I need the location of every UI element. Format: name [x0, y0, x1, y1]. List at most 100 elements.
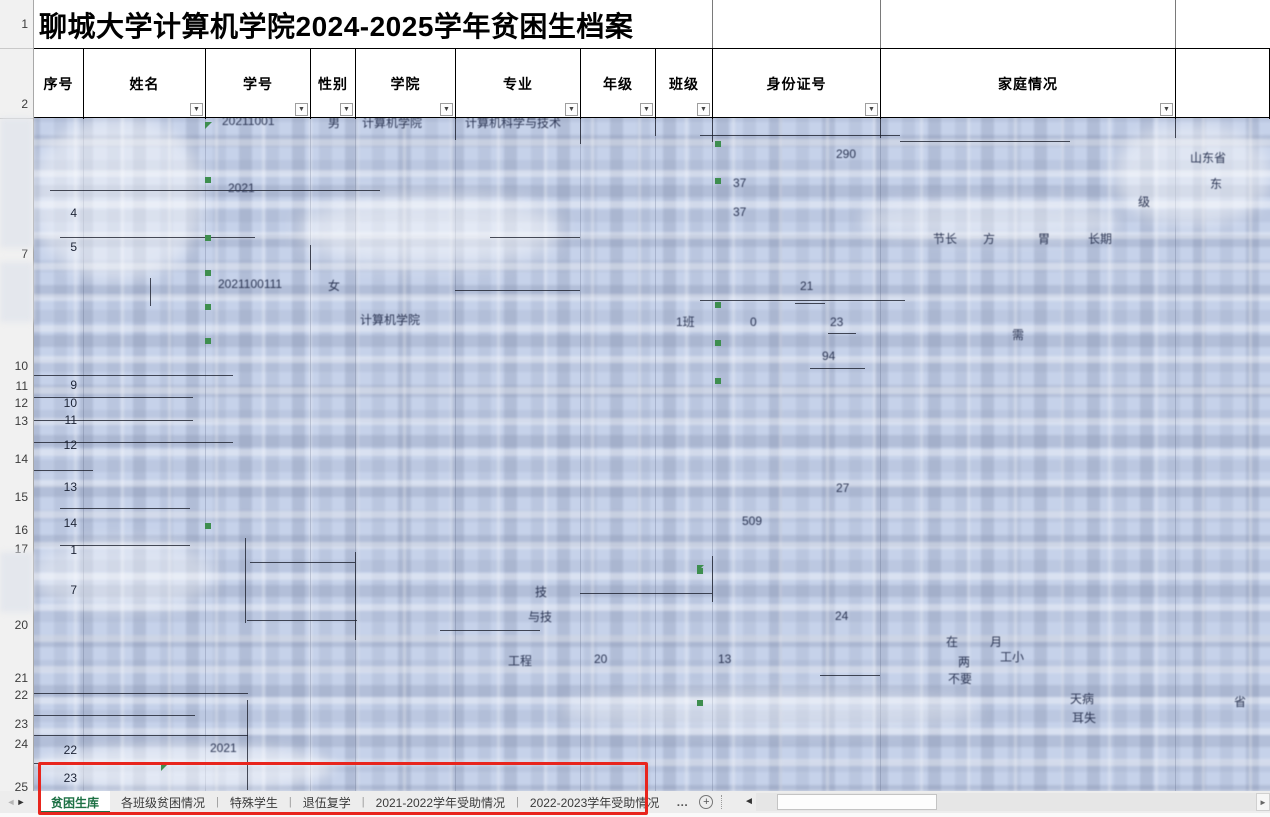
gutter-row-number[interactable]: 11 [16, 379, 28, 393]
gutter-row-number[interactable]: 23 [15, 717, 28, 731]
column-header-学号[interactable]: 学号▼ [205, 49, 310, 119]
sheet-nav-left-icon[interactable]: ◄ [6, 791, 16, 813]
sheet-nav-right-icon[interactable]: ► [16, 791, 26, 813]
gutter-row-number[interactable]: 16 [15, 523, 28, 537]
cell-fragment: 23 [830, 315, 843, 329]
cell-fragment: 与技 [528, 608, 552, 625]
column-header-性别[interactable]: 性别▼ [310, 49, 355, 119]
cell-fragment: 509 [742, 514, 762, 528]
cell-fragment: 13 [718, 652, 731, 666]
column-gridline [580, 118, 581, 791]
filter-dropdown-icon[interactable]: ▼ [340, 103, 353, 116]
gutter-row-number[interactable]: 7 [21, 247, 28, 261]
cell-border-fragment [310, 245, 311, 270]
cell-border-fragment [150, 278, 151, 306]
cell-border-fragment [50, 190, 380, 191]
gutter-row-number[interactable]: 20 [15, 618, 28, 632]
column-header-序号[interactable]: 序号 [33, 49, 83, 119]
seq-cell-value: 22 [33, 743, 77, 757]
cell-fragment: 长期 [1088, 230, 1112, 247]
error-indicator-icon [205, 304, 211, 310]
cell-fragment: 耳失 [1072, 709, 1096, 726]
cell-border-fragment [580, 593, 712, 594]
column-header-家庭情况[interactable]: 家庭情况▼ [880, 49, 1175, 119]
cell-fragment: 计算机科学与技术 [465, 118, 561, 131]
gutter-smear [0, 552, 33, 612]
cell-flag-triangle-icon [205, 122, 212, 129]
gutter-row-number[interactable]: 15 [15, 490, 28, 504]
cell-border-fragment [655, 118, 656, 136]
gutter-row-number[interactable]: 22 [15, 688, 28, 702]
gutter-row-number[interactable]: 12 [15, 396, 28, 410]
cell-fragment: 2021100111 [218, 277, 282, 291]
cell-border-fragment [700, 300, 905, 301]
cell-fragment: 计算机学院 [360, 311, 420, 328]
filter-dropdown-icon[interactable]: ▼ [190, 103, 203, 116]
filter-dropdown-icon[interactable]: ▼ [1160, 103, 1173, 116]
more-tabs-button[interactable]: … [670, 791, 695, 813]
worksheet-data-area[interactable]: 459101112131417222320211001男计算机学院计算机科学与技… [33, 118, 1270, 791]
cell-fragment: 胃 [1038, 230, 1050, 247]
cell-fragment: 在 [946, 633, 958, 650]
seq-cell-value: 11 [33, 413, 77, 427]
filter-dropdown-icon[interactable]: ▼ [295, 103, 308, 116]
horizontal-scrollbar[interactable] [756, 793, 1256, 811]
cell-border-fragment [60, 237, 255, 238]
cell-fragment: 290 [836, 147, 856, 161]
column-header-blank[interactable] [1175, 49, 1270, 119]
seq-cell-value: 13 [33, 480, 77, 494]
scroll-right-icon[interactable]: ► [1256, 793, 1270, 811]
add-sheet-button[interactable]: + [699, 795, 713, 809]
white-smear [300, 195, 560, 265]
gutter-row-number[interactable]: 1 [21, 17, 28, 31]
gutter-row-number[interactable]: 2 [21, 97, 28, 111]
cell-border-fragment [820, 675, 880, 676]
filter-dropdown-icon[interactable]: ▼ [697, 103, 710, 116]
cell-border-fragment [700, 135, 900, 136]
cell-border-fragment [880, 118, 881, 138]
filter-dropdown-icon[interactable]: ▼ [640, 103, 653, 116]
column-header-学院[interactable]: 学院▼ [355, 49, 455, 119]
cell-fragment: 27 [836, 481, 849, 495]
cell-fragment: 东 [1210, 175, 1222, 192]
cell-border-fragment [712, 556, 713, 602]
gutter-row-number[interactable]: 21 [15, 671, 28, 685]
cell-border [712, 0, 713, 48]
annotation-red-box [38, 762, 648, 815]
gutter-row-number[interactable]: 24 [15, 737, 28, 751]
cell-border-fragment [455, 118, 456, 140]
error-indicator-icon [715, 302, 721, 308]
gutter-row-number[interactable]: 13 [15, 414, 28, 428]
filter-dropdown-icon[interactable]: ▼ [565, 103, 578, 116]
tab-scroll-divider [721, 795, 722, 809]
scrollbar-thumb[interactable] [777, 794, 937, 810]
cell-fragment: 计算机学院 [362, 118, 422, 131]
filter-dropdown-icon[interactable]: ▼ [440, 103, 453, 116]
scroll-left-icon[interactable]: ◄ [744, 796, 754, 807]
cell-fragment: 工小 [1000, 648, 1024, 665]
cell-fragment: 工程 [508, 652, 532, 669]
page-title[interactable]: 聊城大学计算机学院2024-2025学年贫困生档案 [39, 5, 633, 45]
seq-cell-value: 7 [33, 583, 77, 597]
cell-border-fragment [355, 552, 356, 640]
gutter-row-number[interactable]: 10 [15, 359, 28, 373]
cell-border [880, 0, 881, 48]
column-header-label: 序号 [44, 74, 74, 94]
column-header-班级[interactable]: 班级▼ [655, 49, 712, 119]
cell-border-fragment [810, 368, 865, 369]
cell-fragment: 不要 [948, 670, 972, 687]
cell-fragment: 天病 [1070, 690, 1094, 707]
cell-fragment: 2021 [228, 181, 255, 195]
column-header-label: 年级 [603, 74, 633, 94]
column-header-身份证号[interactable]: 身份证号▼ [712, 49, 880, 119]
gutter-row-number[interactable]: 14 [15, 452, 28, 466]
seq-cell-value: 12 [33, 438, 77, 452]
cell-fragment: 21 [800, 279, 813, 293]
column-header-专业[interactable]: 专业▼ [455, 49, 580, 119]
cell-border-fragment [580, 118, 581, 144]
filter-dropdown-icon[interactable]: ▼ [865, 103, 878, 116]
cell-border-fragment [60, 508, 190, 509]
column-gridline [205, 118, 206, 791]
column-header-姓名[interactable]: 姓名▼ [83, 49, 205, 119]
column-header-年级[interactable]: 年级 ▼ [580, 49, 655, 119]
